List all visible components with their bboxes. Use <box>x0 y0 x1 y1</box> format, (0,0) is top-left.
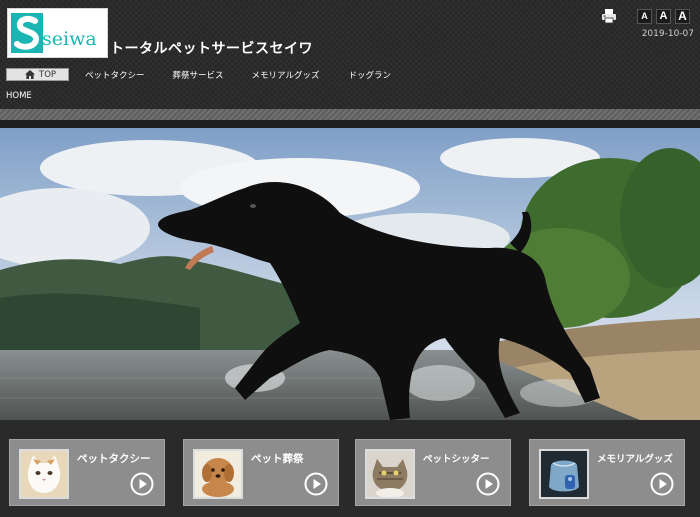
toolbar: A A A <box>601 8 690 24</box>
font-size-large-button[interactable]: A <box>675 8 690 24</box>
site-title: トータルペットサービスセイワ <box>110 41 313 57</box>
play-circle-icon[interactable] <box>304 472 328 496</box>
logo-wordmark: seiwa <box>42 28 97 50</box>
home-icon <box>25 70 35 79</box>
service-tiles: ペットタクシー ペット葬祭 ペットシッター メモリアルグッズ <box>0 420 700 517</box>
kitten-photo-icon <box>367 451 413 497</box>
update-date: 2019-10-07 <box>641 29 694 39</box>
nav-item-dog-run[interactable]: ドッグラン <box>348 68 391 81</box>
puppy-photo-icon <box>195 451 241 497</box>
nav-item-label: TOP <box>39 69 57 80</box>
breadcrumb: HOME <box>6 91 32 101</box>
font-size-small-button[interactable]: A <box>637 8 652 24</box>
site-header: seiwa トータルペットサービスセイワ A A A 2019-10-07 TO… <box>0 0 700 108</box>
hero-image <box>0 128 700 420</box>
tile-thumbnail <box>365 449 415 499</box>
tile-thumbnail <box>193 449 243 499</box>
tile-thumbnail <box>539 449 589 499</box>
play-circle-icon[interactable] <box>130 472 154 496</box>
nav-item-pet-taxi[interactable]: ペットタクシー <box>85 68 145 81</box>
tile-label: ペット葬祭 <box>251 453 304 465</box>
tile-pet-sitter[interactable]: ペットシッター <box>355 439 511 506</box>
tile-thumbnail <box>19 449 69 499</box>
nav-item-memorial-goods[interactable]: メモリアルグッズ <box>252 68 320 81</box>
seiwa-logo-icon: seiwa <box>11 13 97 53</box>
header-divider-shadow <box>0 120 700 128</box>
play-circle-icon[interactable] <box>650 472 674 496</box>
tile-pet-taxi[interactable]: ペットタクシー <box>9 439 165 506</box>
nav-item-funeral[interactable]: 葬祭サービス <box>173 68 224 81</box>
tile-label: ペットタクシー <box>77 453 151 465</box>
nav-item-top[interactable]: TOP <box>6 68 69 81</box>
dog-photo <box>0 128 700 420</box>
tile-label: ペットシッター <box>423 454 490 465</box>
play-circle-icon[interactable] <box>476 472 500 496</box>
cat-photo-icon <box>21 451 67 497</box>
global-nav: TOP ペットタクシー 葬祭サービス メモリアルグッズ ドッグラン <box>6 68 391 81</box>
tile-memorial-goods[interactable]: メモリアルグッズ <box>529 439 685 506</box>
tile-pet-funeral[interactable]: ペット葬祭 <box>183 439 339 506</box>
memorial-pouch-photo-icon <box>541 451 587 497</box>
print-icon[interactable] <box>601 8 617 24</box>
header-divider <box>0 109 700 120</box>
tile-label: メモリアルグッズ <box>597 454 673 465</box>
site-logo[interactable]: seiwa <box>7 8 108 58</box>
font-size-medium-button[interactable]: A <box>656 8 671 24</box>
